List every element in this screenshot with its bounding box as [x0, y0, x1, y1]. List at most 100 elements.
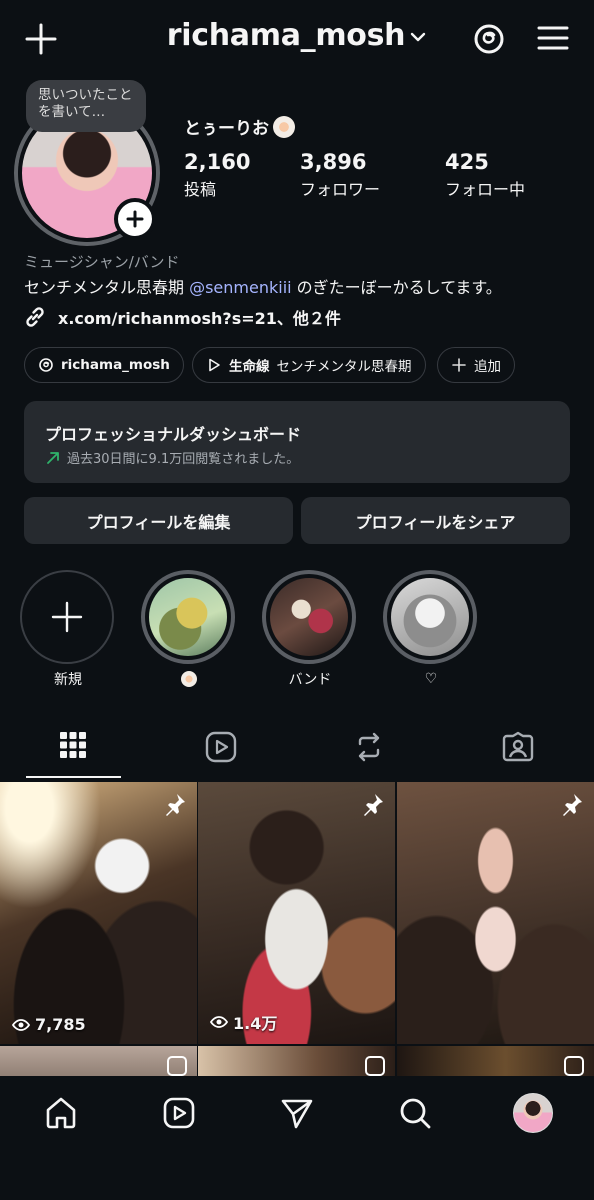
post-thumbnail[interactable]: 1.4万	[198, 782, 395, 1044]
bio-mention-link[interactable]: @senmenkiii	[189, 278, 292, 297]
nav-search[interactable]	[395, 1093, 435, 1133]
stat-label: 投稿	[184, 180, 217, 199]
tab-reels[interactable]	[174, 728, 268, 778]
tab-tagged[interactable]	[471, 728, 565, 778]
pin-icon	[563, 794, 582, 816]
pin-icon	[166, 794, 185, 816]
chevron-down-icon	[409, 28, 427, 46]
stat-followers[interactable]: 3,896 フォロワー	[300, 150, 380, 200]
play-icon	[209, 358, 220, 372]
plus-icon	[452, 358, 466, 372]
reel-icon	[365, 1056, 385, 1076]
dashboard-title: プロフェッショナルダッシュボード	[45, 425, 302, 444]
post-thumbnail[interactable]	[397, 1046, 594, 1080]
post-thumbnail[interactable]	[198, 1046, 395, 1080]
display-name: とぅーりお	[184, 114, 295, 139]
nav-reels[interactable]	[159, 1093, 199, 1133]
send-icon	[281, 1099, 313, 1129]
highlight-ring	[141, 570, 235, 664]
plus-icon	[51, 601, 83, 633]
highlight-heart[interactable]: ♡	[383, 570, 479, 688]
threads-icon[interactable]	[470, 20, 508, 58]
button-label: プロフィールを編集	[86, 512, 231, 532]
highlight-ring	[383, 570, 477, 664]
active-tab-indicator	[26, 776, 121, 778]
nav-profile-avatar[interactable]	[513, 1093, 553, 1133]
plus-icon	[126, 210, 144, 228]
eye-icon	[210, 1016, 228, 1028]
highlight-flower[interactable]	[141, 570, 237, 688]
flower-emoji-icon	[181, 671, 197, 687]
reposts-icon	[358, 732, 380, 762]
stat-label: フォロー中	[445, 180, 526, 199]
pin-icon	[364, 794, 383, 816]
reels-icon	[205, 731, 237, 763]
stat-label: フォロワー	[300, 180, 381, 199]
post-views: 1.4万	[210, 1010, 277, 1034]
eye-icon	[12, 1018, 30, 1031]
highlight-new[interactable]: 新規	[20, 570, 116, 688]
highlight-label: 新規	[54, 672, 82, 688]
add-pill[interactable]: 追加	[437, 347, 515, 383]
edit-profile-button[interactable]: プロフィールを編集	[24, 497, 293, 544]
nav-home[interactable]	[41, 1093, 81, 1133]
username-title: richama_mosh	[166, 18, 406, 53]
trending-up-icon	[47, 451, 59, 464]
threads-profile-pill[interactable]: richama_mosh	[24, 347, 184, 383]
pill-label: 追加	[474, 359, 501, 375]
threads-icon	[39, 358, 53, 372]
music-pill[interactable]: 生命線 センチメンタル思春期	[192, 347, 426, 383]
highlight-label	[141, 670, 237, 688]
home-icon	[46, 1097, 76, 1129]
hamburger-menu-icon[interactable]	[536, 20, 570, 56]
nav-messages[interactable]	[277, 1093, 317, 1133]
highlight-label: バンド	[288, 672, 332, 688]
share-profile-button[interactable]: プロフィールをシェア	[301, 497, 570, 544]
stat-following[interactable]: 425 フォロー中	[445, 150, 525, 200]
bio-text: センチメンタル思春期	[24, 278, 190, 297]
search-icon	[400, 1098, 431, 1129]
views-count: 1.4万	[233, 1014, 278, 1033]
profile-category: ミュージシャン/バンド	[24, 253, 180, 271]
stat-posts[interactable]: 2,160 投稿	[184, 150, 250, 200]
highlight-image	[391, 578, 469, 656]
new-highlight-circle	[20, 570, 114, 664]
link-icon	[26, 307, 44, 327]
dashboard-subtitle: 過去30日間に9.1万回閲覧されました。	[45, 448, 570, 467]
highlight-image	[149, 578, 227, 656]
song-artist: センチメンタル思春期	[276, 359, 412, 375]
views-count: 7,785	[35, 1015, 86, 1034]
song-title: 生命線	[229, 359, 270, 375]
post-thumbnail[interactable]	[0, 1046, 197, 1080]
pill-label: richama_mosh	[61, 357, 170, 373]
reel-icon	[564, 1056, 584, 1076]
highlight-ring	[262, 570, 356, 664]
stat-value: 3,896	[300, 150, 367, 174]
post-views: 7,785	[12, 1015, 86, 1034]
professional-dashboard[interactable]: プロフェッショナルダッシュボード 過去30日間に9.1万回閲覧されました。	[24, 401, 570, 483]
note-bubble[interactable]: 思いついたことを書いて…	[26, 80, 146, 132]
display-name-text: とぅーりお	[184, 119, 269, 139]
stat-value: 2,160	[184, 150, 251, 174]
dashboard-subtitle-text: 過去30日間に9.1万回閲覧されました。	[67, 452, 300, 467]
reels-icon	[163, 1097, 195, 1129]
note-text: 思いついたことを書いて…	[38, 87, 133, 120]
post-thumbnail[interactable]: 7,785	[0, 782, 197, 1044]
profile-bio: センチメンタル思春期 @senmenkiii のぎたーぼーかるしてます。	[24, 274, 502, 298]
button-label: プロフィールをシェア	[355, 512, 516, 532]
tab-posts-grid[interactable]	[26, 728, 120, 778]
reel-icon	[167, 1056, 187, 1076]
tab-reposts[interactable]	[322, 728, 416, 778]
add-story-button[interactable]	[114, 198, 156, 240]
stat-value: 425	[445, 150, 489, 174]
grid-icon	[60, 732, 86, 758]
highlight-label: ♡	[424, 671, 438, 687]
bio-text: のぎたーぼーかるしてます。	[291, 278, 502, 297]
post-thumbnail[interactable]	[397, 782, 594, 1044]
highlight-image	[270, 578, 348, 656]
link-text: x.com/richanmosh?s=21、他２件	[58, 309, 341, 328]
tagged-icon	[502, 731, 534, 762]
profile-links[interactable]: x.com/richanmosh?s=21、他２件	[22, 304, 341, 330]
top-bar: richama_mosh	[0, 0, 594, 78]
highlight-band[interactable]: バンド	[262, 570, 358, 688]
